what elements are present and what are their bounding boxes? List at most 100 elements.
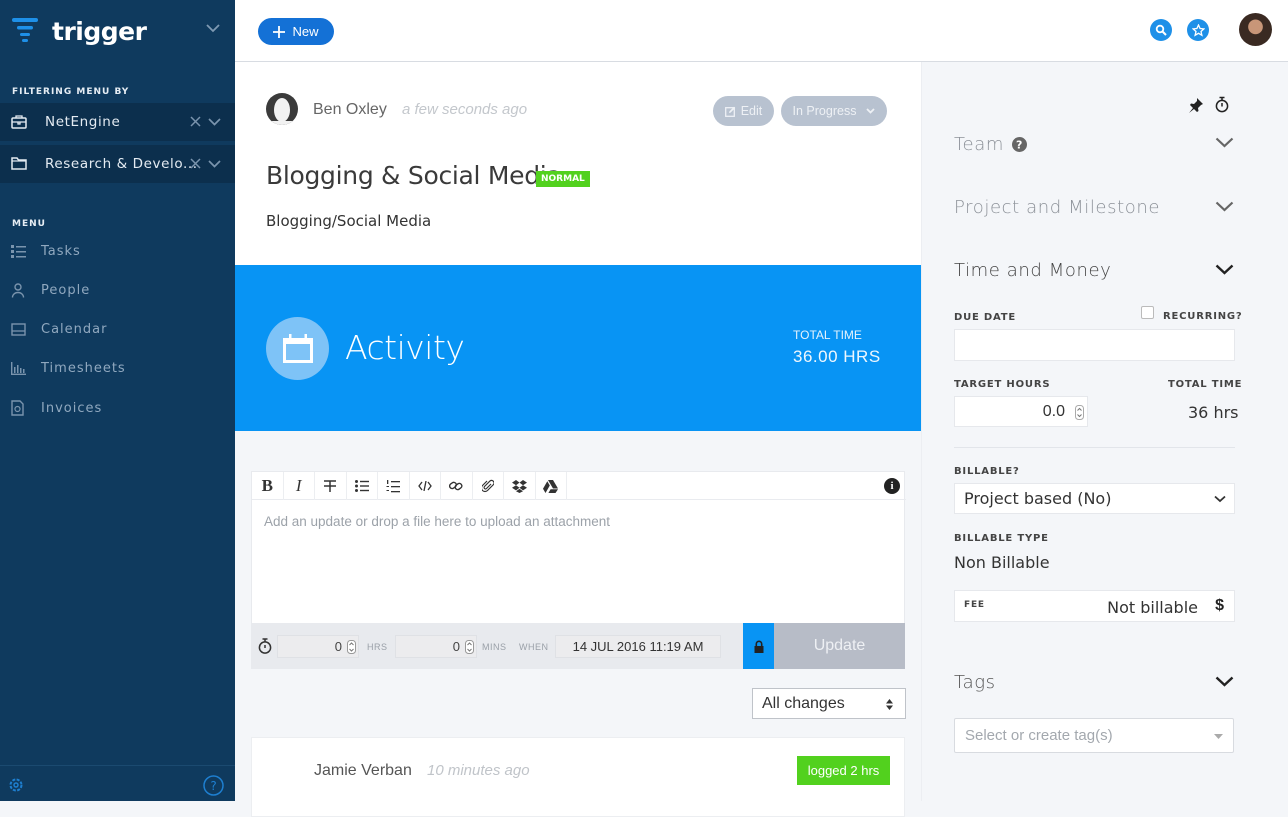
privacy-lock-button[interactable]	[743, 623, 774, 669]
stopwatch-icon	[258, 638, 272, 654]
sidebar-item-calendar[interactable]: Calendar	[0, 314, 235, 344]
brand-logo[interactable]: trigger	[12, 16, 147, 46]
activity-feed-item: Jamie Verban 10 minutes ago logged 2 hrs	[251, 737, 905, 817]
author-name[interactable]: Ben Oxley	[313, 101, 387, 119]
sidebar-item-label: Tasks	[41, 243, 81, 259]
due-date-input[interactable]	[954, 329, 1235, 361]
chevron-down-icon[interactable]	[1215, 137, 1234, 148]
task-detail: Ben Oxley a few seconds ago Edit In Prog…	[235, 62, 921, 817]
caret-down-icon	[1214, 734, 1223, 739]
person-icon	[11, 282, 25, 298]
italic-icon[interactable]: I	[284, 472, 315, 500]
sidebar-item-label: Invoices	[41, 400, 103, 416]
chevron-down-icon	[866, 108, 876, 114]
section-team-label: Team	[954, 134, 1004, 155]
pin-icon[interactable]	[1188, 97, 1204, 113]
chevron-down-icon[interactable]	[1215, 201, 1234, 212]
strikethrough-icon[interactable]	[315, 472, 347, 500]
total-time-value: 36 hrs	[1188, 403, 1239, 422]
bullet-list-icon[interactable]	[347, 472, 378, 500]
timer-icon[interactable]	[1215, 96, 1229, 113]
chevron-down-icon[interactable]	[208, 118, 221, 126]
billable-value: Project based (No)	[964, 489, 1112, 508]
feed-timestamp: 10 minutes ago	[427, 762, 530, 779]
edit-label: Edit	[740, 104, 763, 118]
spinner-icon[interactable]	[347, 640, 356, 654]
sidebar-item-label: People	[41, 282, 91, 298]
top-bar: New	[235, 0, 1288, 62]
recurring-checkbox[interactable]	[1141, 306, 1154, 319]
numbered-list-icon[interactable]	[378, 472, 410, 500]
section-team[interactable]: Team ?	[954, 134, 1027, 155]
filter-heading: FILTERING MENU BY	[12, 87, 130, 97]
author-timestamp: a few seconds ago	[402, 101, 528, 118]
section-project-milestone[interactable]: Project and Milestone	[954, 197, 1160, 218]
help-icon[interactable]: ?	[203, 775, 224, 796]
task-description: Blogging/Social Media	[266, 212, 432, 230]
update-button[interactable]: Update	[774, 623, 905, 669]
gear-icon[interactable]	[8, 777, 24, 793]
new-button[interactable]: New	[258, 18, 334, 45]
priority-badge[interactable]: NORMAL	[536, 171, 590, 187]
spinner-icon[interactable]	[1075, 405, 1084, 420]
status-dropdown[interactable]: In Progress	[781, 96, 887, 126]
sidebar-item-label: Calendar	[41, 321, 108, 337]
when-datetime-input[interactable]: 14 JUL 2016 11:19 AM	[555, 635, 721, 658]
chevron-down-icon[interactable]	[1215, 676, 1234, 687]
billable-select[interactable]: Project based (No)	[954, 483, 1235, 514]
minutes-input[interactable]: 0	[395, 635, 477, 658]
total-time-label: TOTAL TIME	[1168, 379, 1243, 390]
when-label: WHEN	[519, 642, 549, 652]
svg-text:?: ?	[210, 779, 216, 793]
chevron-down-icon[interactable]	[208, 160, 221, 168]
calendar-icon	[11, 322, 26, 336]
edit-icon	[724, 106, 736, 117]
fee-value: Not billable	[1107, 598, 1198, 617]
help-icon[interactable]: ?	[1011, 137, 1027, 152]
author-avatar	[266, 93, 298, 125]
changes-filter-select[interactable]: All changes	[752, 688, 906, 719]
filter-label: NetEngine	[45, 114, 121, 130]
user-avatar[interactable]	[1239, 13, 1272, 46]
brand-menu-chevron-icon[interactable]	[206, 24, 220, 33]
list-icon	[11, 244, 26, 258]
clear-filter-icon[interactable]	[190, 158, 201, 169]
hours-input[interactable]: 0	[277, 635, 359, 658]
fee-field[interactable]: FEE Not billable $	[954, 590, 1235, 622]
edit-button[interactable]: Edit	[713, 96, 774, 126]
info-icon[interactable]: i	[884, 478, 900, 494]
briefcase-icon	[11, 114, 27, 130]
billable-type-label: BILLABLE TYPE	[954, 533, 1049, 544]
star-icon[interactable]	[1187, 19, 1209, 41]
chevron-down-icon[interactable]	[1215, 264, 1234, 275]
link-icon[interactable]	[441, 472, 473, 500]
sidebar-item-timesheets[interactable]: Timesheets	[0, 353, 235, 383]
editor-input[interactable]: Add an update or drop a file here to upl…	[264, 514, 610, 529]
spinner-icon[interactable]	[465, 640, 474, 654]
code-icon[interactable]	[410, 472, 441, 500]
section-time-money[interactable]: Time and Money	[954, 260, 1111, 281]
target-hours-label: TARGET HOURS	[954, 379, 1051, 390]
google-drive-icon[interactable]	[536, 472, 567, 500]
time-log-bar: 0 HRS 0 MINS WHEN 14 JUL 2016 11:19 AM U…	[251, 623, 905, 669]
sidebar-item-people[interactable]: People	[0, 275, 235, 305]
billable-label: BILLABLE?	[954, 466, 1020, 477]
dollar-icon: $	[1215, 597, 1224, 614]
clear-filter-icon[interactable]	[190, 116, 201, 127]
bold-icon[interactable]: B	[252, 472, 284, 500]
task-title[interactable]: Blogging & Social Media	[266, 161, 562, 190]
tags-input[interactable]: Select or create tag(s)	[954, 718, 1234, 753]
sidebar-item-invoices[interactable]: Invoices	[0, 393, 235, 423]
filter-research-development[interactable]: Research & Develo...	[0, 145, 235, 183]
search-icon[interactable]	[1150, 19, 1172, 41]
filter-netengine[interactable]: NetEngine	[0, 103, 235, 141]
target-hours-value: 0.0	[1042, 402, 1065, 420]
feed-author[interactable]: Jamie Verban	[314, 762, 412, 780]
target-hours-input[interactable]: 0.0	[954, 396, 1088, 427]
sidebar-item-tasks[interactable]: Tasks	[0, 236, 235, 266]
attachment-icon[interactable]	[473, 472, 504, 500]
section-tags[interactable]: Tags	[954, 672, 996, 693]
dropbox-icon[interactable]	[504, 472, 536, 500]
logged-time-badge: logged 2 hrs	[797, 756, 890, 785]
brand-name: trigger	[52, 16, 147, 46]
